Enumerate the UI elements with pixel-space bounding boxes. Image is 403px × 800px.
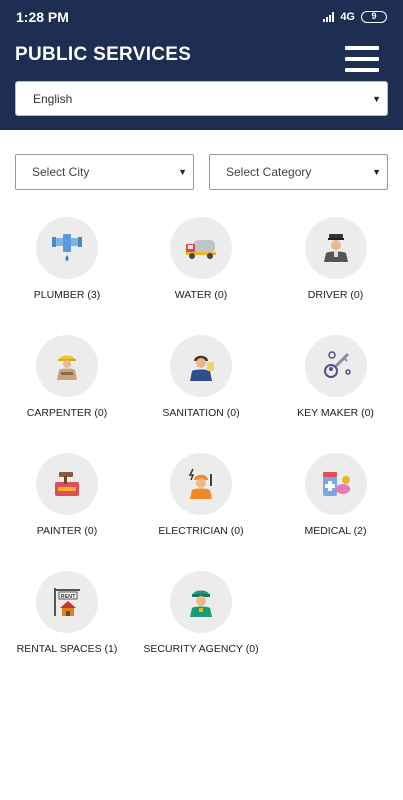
service-driver[interactable]: DRIVER (0)	[268, 217, 403, 335]
battery-level: 9	[371, 11, 377, 21]
service-label: DRIVER (0)	[307, 289, 364, 301]
filter-bar: Select City ▼ Select Category ▼	[0, 130, 403, 190]
city-select-value: Select City	[32, 165, 90, 179]
caret-down-icon: ▼	[372, 167, 381, 177]
security-agency-icon	[170, 571, 232, 633]
service-painter[interactable]: PAINTER (0)	[0, 453, 134, 571]
medical-icon	[304, 453, 367, 515]
rent-sign-text: RENT	[61, 594, 77, 600]
service-label: SANITATION (0)	[162, 407, 240, 419]
service-security-agency[interactable]: SECURITY AGENCY (0)	[134, 571, 268, 689]
app-header: PUBLIC SERVICES English ▼	[0, 33, 403, 130]
service-rental-spaces[interactable]: RENT RENTAL SPACES (1)	[0, 571, 134, 689]
status-icons: 4G 9	[323, 10, 387, 23]
electrician-icon	[170, 453, 232, 515]
signal-icon	[323, 11, 335, 22]
service-label: SECURITY AGENCY (0)	[143, 643, 259, 655]
network-type: 4G	[340, 10, 355, 23]
service-label: MEDICAL (2)	[304, 525, 367, 537]
painter-icon	[36, 453, 98, 515]
battery-icon: 9	[361, 10, 387, 23]
language-select[interactable]: English ▼	[15, 81, 388, 116]
water-truck-icon	[170, 217, 232, 279]
service-label: CARPENTER (0)	[26, 407, 108, 419]
service-electrician[interactable]: ELECTRICIAN (0)	[134, 453, 268, 571]
service-sanitation[interactable]: SANITATION (0)	[134, 335, 268, 453]
service-medical[interactable]: MEDICAL (2)	[268, 453, 403, 571]
service-label: PLUMBER (3)	[33, 289, 101, 301]
hamburger-menu-icon[interactable]	[345, 46, 379, 72]
services-grid: PLUMBER (3) WATER (0) DRIVER (0) CARPENT…	[0, 217, 403, 689]
key-maker-icon	[304, 335, 367, 397]
service-label: ELECTRICIAN (0)	[158, 525, 244, 537]
category-select[interactable]: Select Category ▼	[209, 154, 388, 190]
service-label: WATER (0)	[174, 289, 228, 301]
city-select[interactable]: Select City ▼	[15, 154, 194, 190]
language-select-value: English	[33, 91, 73, 106]
service-water[interactable]: WATER (0)	[134, 217, 268, 335]
caret-down-icon: ▼	[372, 93, 381, 104]
service-label: KEY MAKER (0)	[297, 407, 374, 419]
page-title: PUBLIC SERVICES	[15, 44, 192, 65]
service-plumber[interactable]: PLUMBER (3)	[0, 217, 134, 335]
caret-down-icon: ▼	[178, 167, 187, 177]
driver-icon	[304, 217, 367, 279]
carpenter-icon	[36, 335, 98, 397]
plumber-icon	[36, 217, 98, 279]
category-select-value: Select Category	[226, 165, 312, 179]
service-key-maker[interactable]: KEY MAKER (0)	[268, 335, 403, 453]
service-label: PAINTER (0)	[36, 525, 98, 537]
sanitation-icon	[170, 335, 232, 397]
status-bar: 1:28 PM 4G 9	[0, 0, 403, 33]
status-time: 1:28 PM	[16, 8, 69, 25]
service-carpenter[interactable]: CARPENTER (0)	[0, 335, 134, 453]
rental-spaces-icon: RENT	[36, 571, 98, 633]
service-label: RENTAL SPACES (1)	[16, 643, 118, 655]
